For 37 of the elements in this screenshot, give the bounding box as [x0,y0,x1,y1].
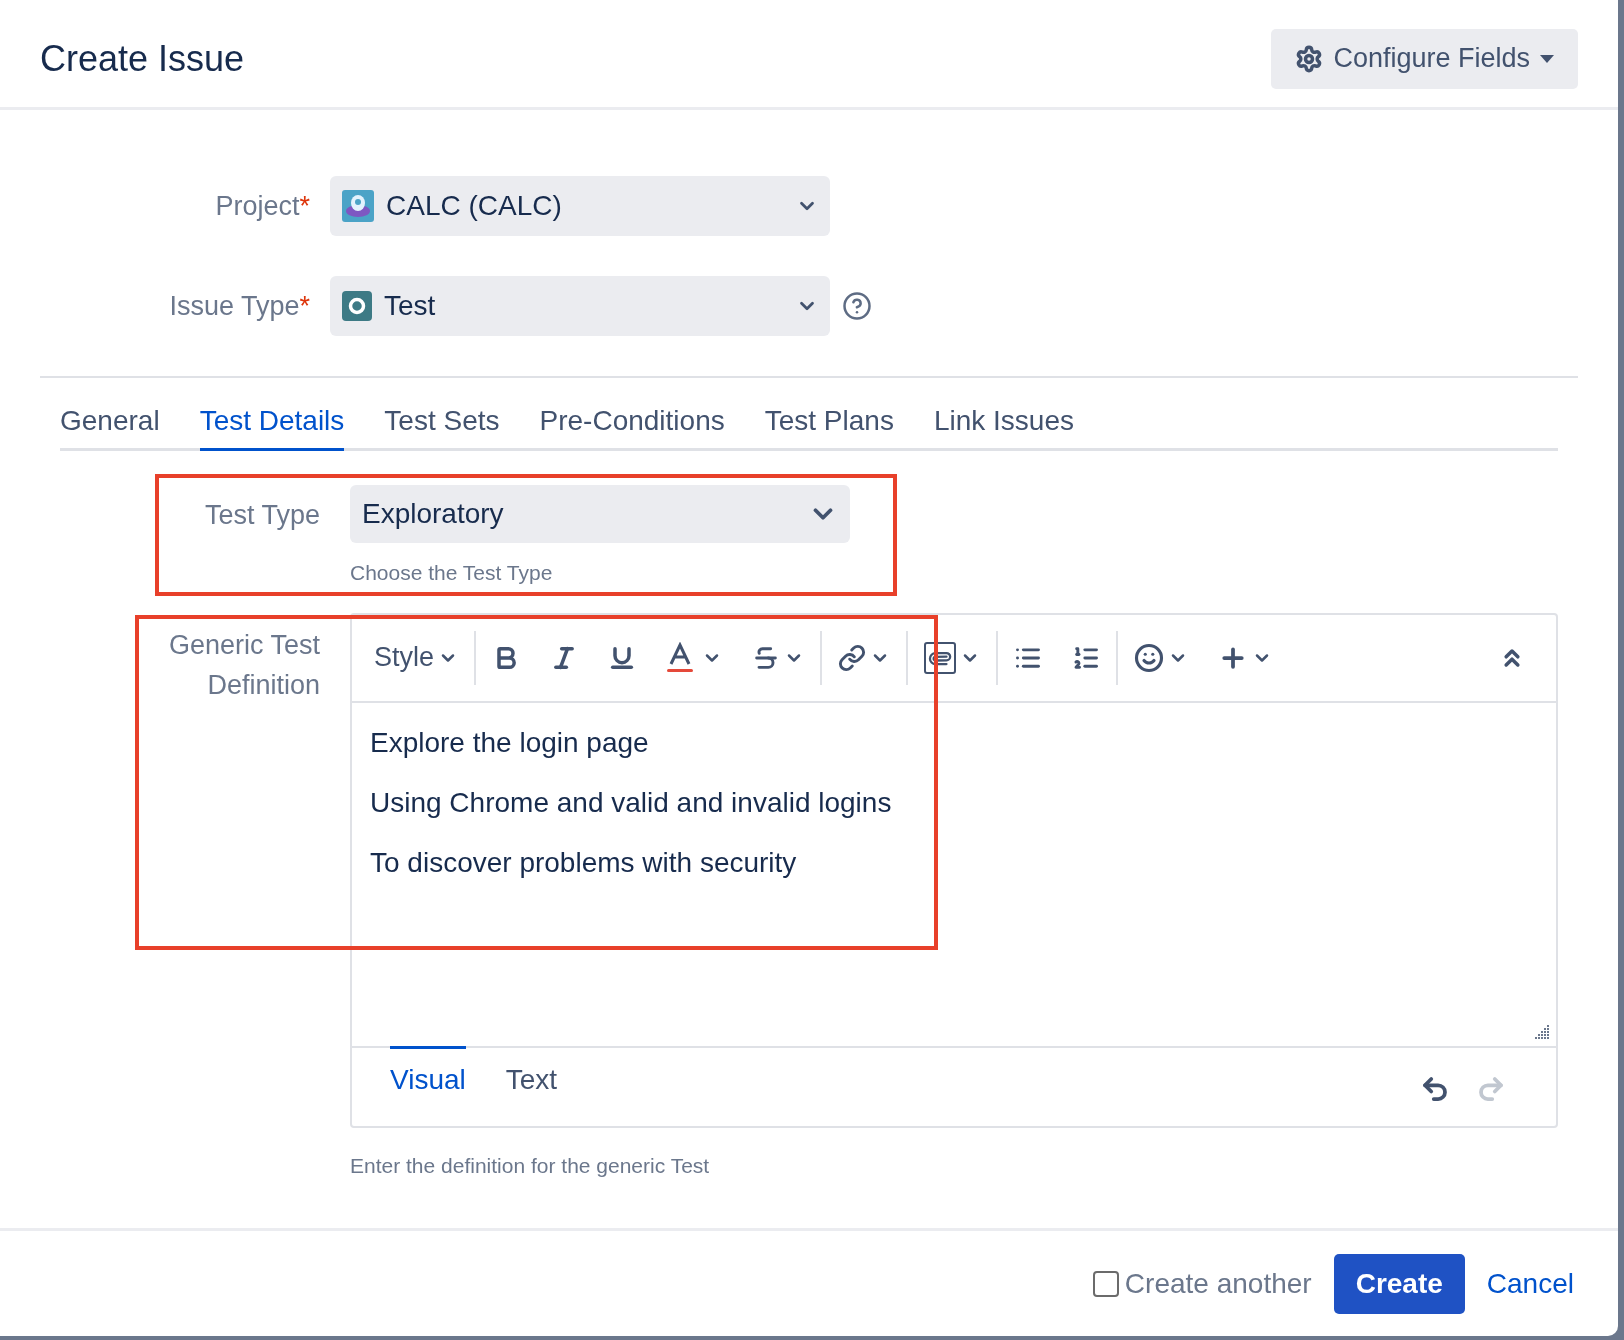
configure-fields-button[interactable]: Configure Fields [1271,28,1578,89]
tab[interactable]: Pre-Conditions [539,400,725,451]
link-icon[interactable] [838,643,867,672]
field-label: Test Type [204,499,320,532]
field-label: Generic Test Definition [167,628,320,702]
test-type-select[interactable]: Exploratory [350,485,850,543]
dialog-title: Create Issue [40,36,245,81]
editor-mode-tab[interactable]: Visual [390,1045,466,1101]
select-field[interactable]: CALC (CALC) [330,176,830,236]
editor-text-line: Explore the login page [370,726,649,759]
checkbox[interactable] [1092,1270,1119,1297]
field-label: Project* [215,189,310,223]
tab[interactable]: Test Sets [384,400,500,451]
help-icon[interactable] [842,291,872,321]
editor-mode-tab[interactable]: Text [505,1045,558,1101]
tab[interactable]: Link Issues [933,400,1074,451]
emoji-icon[interactable] [1134,642,1165,673]
project-avatar-icon [342,190,374,222]
style-dropdown[interactable]: Style [374,637,459,678]
field-hint: Choose the Test Type [350,560,553,586]
editor-text-line: Using Chrome and valid and invalid logins [370,786,892,819]
tab[interactable]: Test Details [199,400,345,451]
create-button[interactable]: Create [1333,1253,1465,1314]
attachment-icon[interactable] [924,641,957,674]
field-hint: Enter the definition for the generic Test [350,1152,710,1179]
select-field[interactable]: Test [330,276,830,336]
resize-handle-icon[interactable] [1534,1023,1550,1040]
checkbox-label[interactable]: Create another [1124,1262,1312,1305]
caret-icon [1540,54,1554,63]
field-label: Issue Type* [169,289,310,323]
test-type-icon [342,291,372,321]
tab[interactable]: General [60,400,160,451]
text-color-icon[interactable] [666,641,695,674]
cancel-link[interactable]: Cancel [1486,1262,1574,1305]
editor-text-line: To discover problems with security [370,846,797,879]
settings-icon [1295,44,1324,73]
tab[interactable]: Test Plans [764,400,894,451]
